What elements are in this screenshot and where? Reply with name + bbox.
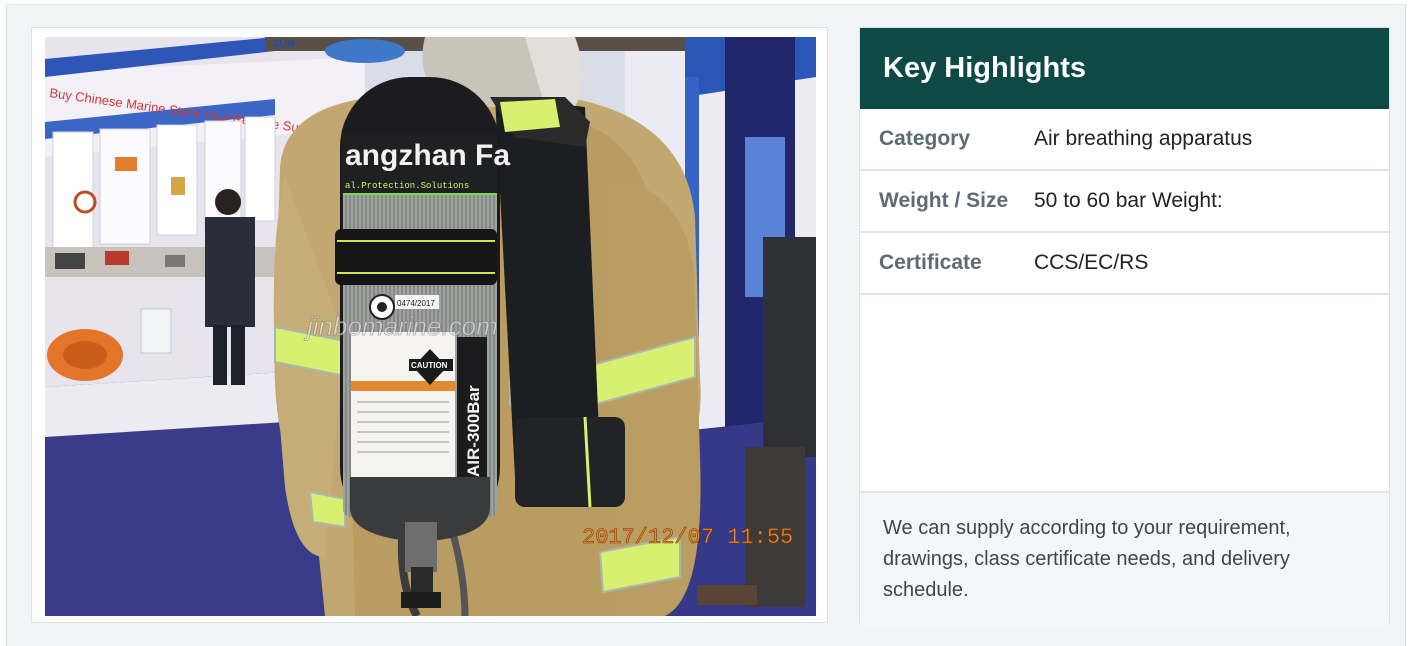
highlight-row-weight-size: Weight / Size 50 to 60 bar Weight: [860, 171, 1389, 233]
watermark-text: jinbomarine.com [304, 311, 498, 341]
highlight-row-category: Category Air breathing apparatus [860, 109, 1389, 171]
cylinder-brand-text: angzhan Fa [345, 139, 510, 172]
product-photo[interactable]: Buy Chinese Marine Store Your Reliable S… [45, 37, 816, 616]
highlight-value: Air breathing apparatus [1034, 127, 1253, 150]
highlight-value: 50 to 60 bar Weight: [1034, 189, 1223, 212]
cylinder-tagline-text: al.Protection.Solutions [345, 181, 469, 191]
product-image-card: Buy Chinese Marine Store Your Reliable S… [31, 27, 828, 623]
highlights-title: Key Highlights [860, 28, 1389, 109]
sun-logo-text: SUN [273, 39, 294, 50]
key-highlights-panel: Key Highlights Category Air breathing ap… [859, 27, 1390, 626]
photo-timestamp-text: 2017/12/07 11:55 [582, 525, 793, 550]
cylinder-label-text: AIR-300Bar [464, 385, 483, 477]
caution-label-text: CAUTION [411, 361, 448, 370]
highlight-value: CCS/EC/RS [1034, 251, 1149, 274]
supply-note: We can supply according to your requirem… [860, 493, 1389, 626]
highlight-label: Weight / Size [879, 189, 1009, 212]
highlight-label: Category [879, 127, 971, 150]
page-background: Buy Chinese Marine Store Your Reliable S… [6, 4, 1406, 646]
cert-code-text: 0474/2017 [397, 299, 435, 308]
highlight-empty-area [860, 295, 1389, 493]
highlight-label: Certificate [879, 251, 982, 274]
highlight-row-certificate: Certificate CCS/EC/RS [860, 233, 1389, 295]
